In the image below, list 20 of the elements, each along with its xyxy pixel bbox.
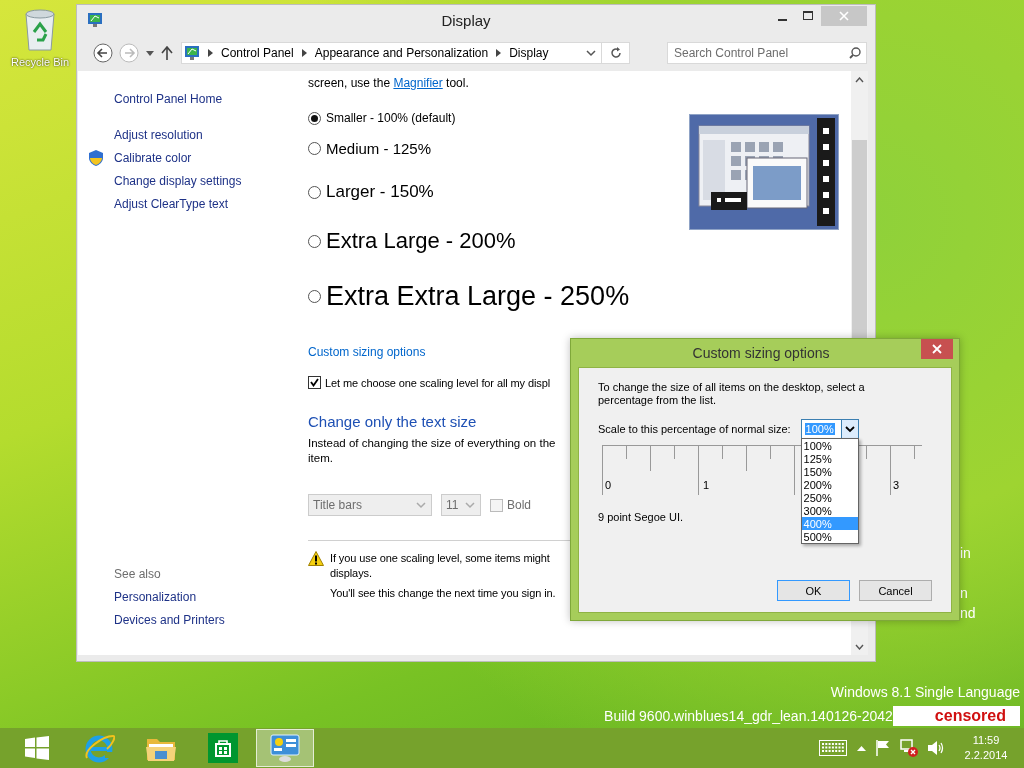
intro-text: screen, use the Magnifier tool.: [308, 76, 470, 90]
ruler-label: 1: [703, 479, 710, 491]
ruler-label: 3: [893, 479, 900, 491]
desktop-text: n: [960, 585, 968, 601]
section-heading: Change only the text size: [308, 413, 477, 430]
edition-text: Windows 8.1 Single Language: [830, 684, 1020, 700]
desktop-text: in: [960, 545, 971, 561]
instruction-text: To change the size of all items on the desktop, select a percentage from the list.: [598, 381, 866, 407]
see-also-heading: See also: [113, 567, 162, 581]
scale-label: Scale to this percentage of normal size:: [598, 423, 791, 435]
build-text: Build 9600.winblues14_gdr_lean.140126-2042: [604, 708, 893, 724]
window-title: Display: [440, 11, 492, 29]
desktop-text: nd: [960, 605, 976, 621]
font-note: 9 point Segoe UI.: [598, 511, 683, 523]
description-text: Instead of changing the size of everything on the item.: [308, 436, 556, 466]
dialog-title: Custom sizing options: [691, 345, 831, 361]
warning-text: If you use one scaling level, some items might displays.: [330, 551, 550, 581]
censor-label: censored: [892, 706, 1020, 726]
ruler-label: 0: [605, 479, 612, 491]
sign-in-note: You'll see this change the next time you sign in.: [330, 586, 556, 601]
